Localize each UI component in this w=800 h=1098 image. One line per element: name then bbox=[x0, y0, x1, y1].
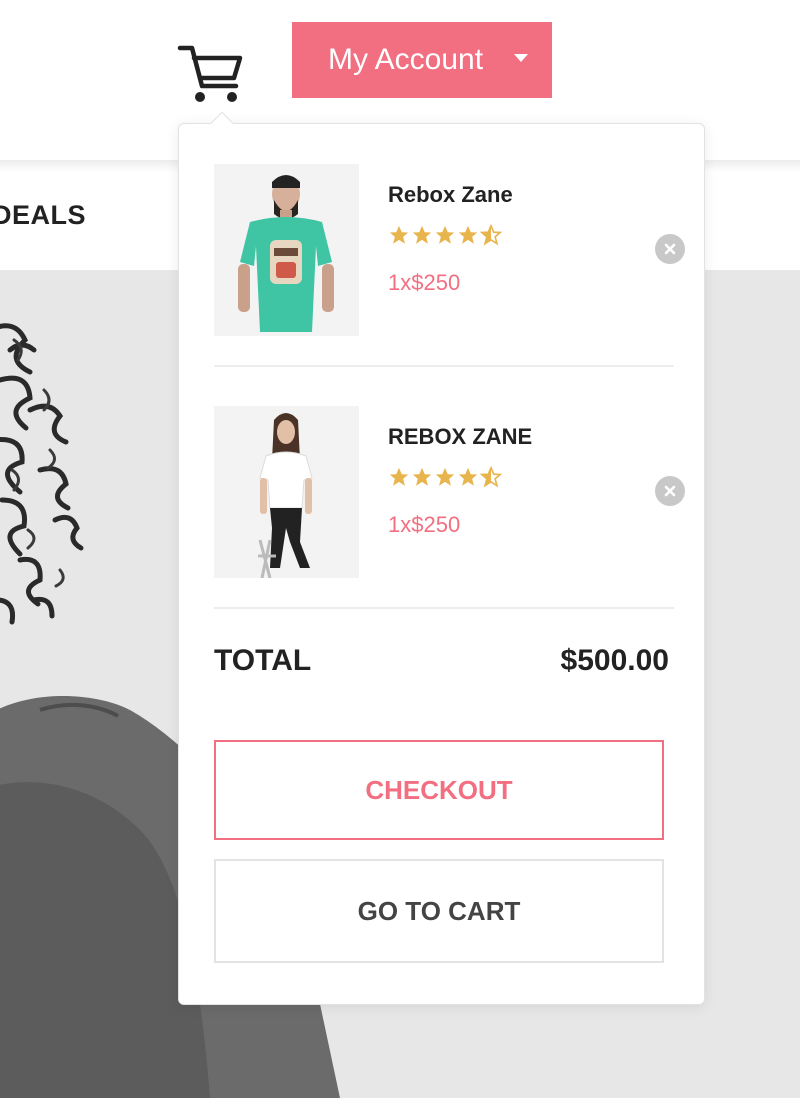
star-icon bbox=[389, 467, 409, 486]
cart-dropdown: Rebox Zane 1x$250 REBOX ZANE 1x$250 TOTA… bbox=[178, 111, 705, 1005]
rating-stars bbox=[388, 224, 502, 246]
go-to-cart-label: GO TO CART bbox=[357, 895, 521, 926]
cart-item: Rebox Zane 1x$250 bbox=[214, 164, 685, 336]
nav-item-deals[interactable]: DEALS bbox=[0, 200, 86, 231]
product-thumbnail[interactable] bbox=[214, 406, 359, 578]
total-label: TOTAL bbox=[214, 644, 312, 677]
cart-item: REBOX ZANE 1x$250 bbox=[214, 406, 685, 578]
checkout-label: CHECKOUT bbox=[365, 774, 513, 805]
star-icon bbox=[458, 225, 478, 244]
rating-stars bbox=[388, 466, 502, 488]
go-to-cart-button[interactable]: GO TO CART bbox=[214, 859, 664, 963]
product-name[interactable]: REBOX ZANE bbox=[388, 424, 532, 450]
item-divider bbox=[214, 607, 674, 609]
remove-item-button[interactable] bbox=[655, 234, 685, 264]
my-account-button[interactable]: My Account bbox=[292, 22, 552, 98]
close-icon bbox=[664, 243, 676, 255]
shopping-cart-icon[interactable] bbox=[176, 40, 246, 106]
product-thumbnail[interactable] bbox=[214, 164, 359, 336]
star-icon bbox=[412, 225, 432, 244]
half-star-icon bbox=[480, 224, 502, 246]
star-icon bbox=[389, 225, 409, 244]
product-price: 1x$250 bbox=[388, 270, 461, 295]
half-star-icon bbox=[480, 466, 502, 488]
product-name[interactable]: Rebox Zane bbox=[388, 182, 513, 208]
star-icon bbox=[458, 467, 478, 486]
star-icon bbox=[435, 467, 455, 486]
close-icon bbox=[664, 485, 676, 497]
my-account-label: My Account bbox=[328, 43, 484, 76]
remove-item-button[interactable] bbox=[655, 476, 685, 506]
product-price: 1x$250 bbox=[388, 512, 461, 537]
star-icon bbox=[412, 467, 432, 486]
checkout-button[interactable]: CHECKOUT bbox=[214, 740, 664, 840]
star-icon bbox=[435, 225, 455, 244]
total-value: $500.00 bbox=[560, 644, 669, 677]
item-divider bbox=[214, 365, 674, 367]
caret-down-icon bbox=[514, 54, 528, 62]
